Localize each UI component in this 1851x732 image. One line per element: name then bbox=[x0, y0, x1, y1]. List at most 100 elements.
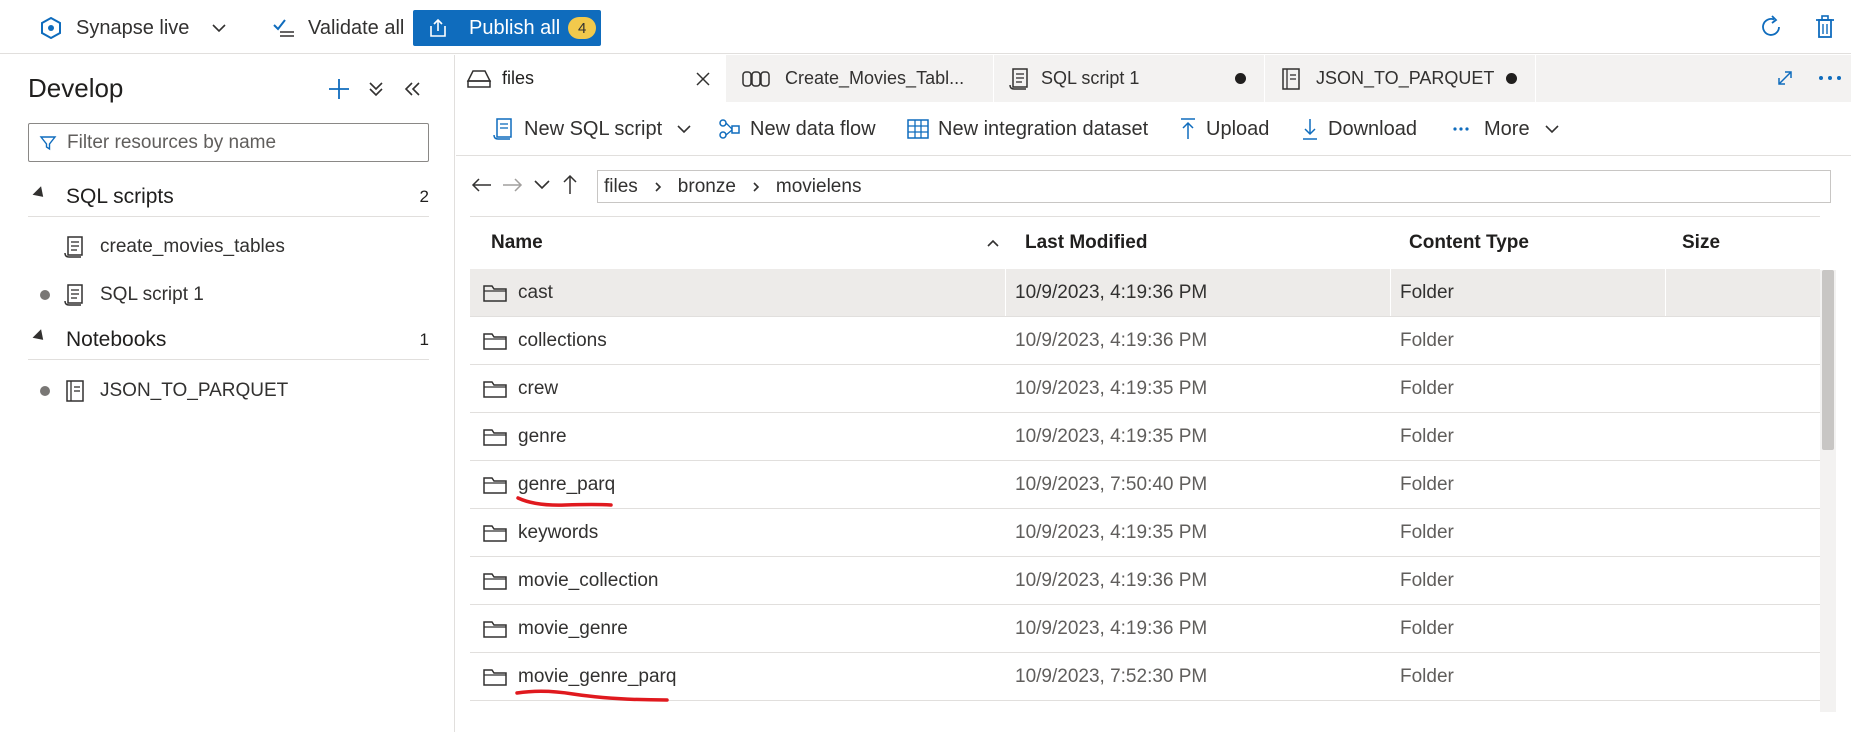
name-cell[interactable]: movie_genre_parq bbox=[482, 653, 676, 700]
sort-ascending-icon[interactable] bbox=[986, 217, 1000, 269]
column-header-name[interactable]: Name bbox=[491, 217, 543, 269]
name-cell[interactable]: keywords bbox=[482, 509, 598, 556]
publish-all-button[interactable]: Publish all 4 bbox=[413, 10, 601, 46]
vertical-scrollbar[interactable] bbox=[1820, 270, 1836, 712]
folder-name[interactable]: cast bbox=[518, 282, 553, 304]
tree-item-label: SQL script 1 bbox=[100, 284, 204, 305]
breadcrumb-item[interactable]: movielens bbox=[776, 176, 862, 198]
new-data-flow-label: New data flow bbox=[750, 117, 876, 140]
new-sql-script-button[interactable]: New SQL script bbox=[492, 112, 692, 146]
name-cell[interactable]: movie_collection bbox=[482, 557, 658, 604]
folder-icon bbox=[482, 379, 508, 399]
tab-create-movies-tables[interactable]: Create_Movies_Tabl... bbox=[727, 55, 994, 102]
scrollbar-thumb[interactable] bbox=[1822, 270, 1834, 450]
add-icon[interactable] bbox=[325, 75, 353, 103]
folder-name[interactable]: collections bbox=[518, 330, 607, 352]
table-row[interactable]: movie_genre_parq 10/9/2023, 7:52:30 PM Fol… bbox=[470, 653, 1820, 701]
tab-sql-script-1[interactable]: SQL script 1 bbox=[995, 55, 1265, 102]
folder-name[interactable]: movie_genre bbox=[518, 618, 628, 640]
workspace-label: Synapse live bbox=[76, 16, 190, 39]
name-cell[interactable]: genre bbox=[482, 413, 567, 460]
breadcrumb[interactable]: files bronze movielens bbox=[597, 170, 1831, 203]
tab-files[interactable]: files bbox=[456, 55, 726, 102]
filter-field[interactable] bbox=[28, 123, 429, 162]
table-row[interactable]: movie_collection 10/9/2023, 4:19:36 PM Fol… bbox=[470, 557, 1820, 605]
last-modified-cell: 10/9/2023, 7:52:30 PM bbox=[1015, 665, 1208, 687]
download-button[interactable]: Download bbox=[1300, 112, 1417, 146]
content-type-cell: Folder bbox=[1400, 425, 1454, 447]
validate-all-label: Validate all bbox=[308, 16, 405, 39]
refresh-icon[interactable] bbox=[1756, 12, 1786, 42]
tab-label: Create_Movies_Tabl... bbox=[785, 68, 965, 88]
breadcrumb-item[interactable]: bronze bbox=[678, 176, 736, 198]
column-divider bbox=[1665, 557, 1666, 604]
table-row[interactable]: genre 10/9/2023, 4:19:35 PM Folder bbox=[470, 413, 1820, 461]
column-divider bbox=[1390, 413, 1391, 460]
close-icon[interactable] bbox=[695, 71, 711, 87]
tree-item-label: create_movies_tables bbox=[100, 236, 285, 257]
section-count: 1 bbox=[419, 329, 429, 349]
unsaved-indicator bbox=[40, 290, 50, 300]
column-divider bbox=[1665, 269, 1666, 316]
workspace-switcher[interactable]: Synapse live bbox=[40, 10, 227, 46]
last-modified-cell: 10/9/2023, 4:19:35 PM bbox=[1015, 377, 1208, 399]
table-row[interactable]: genre_parq 10/9/2023, 7:50:40 PM Folder bbox=[470, 461, 1820, 509]
column-divider bbox=[1005, 317, 1006, 364]
name-cell[interactable]: movie_genre bbox=[482, 605, 628, 652]
tab-json-to-parquet[interactable]: JSON_TO_PARQUET bbox=[1266, 55, 1536, 102]
content-type-cell: Folder bbox=[1400, 329, 1454, 351]
maximize-icon[interactable] bbox=[1770, 63, 1800, 93]
column-header-size[interactable]: Size bbox=[1682, 217, 1720, 269]
name-cell[interactable]: collections bbox=[482, 317, 607, 364]
recent-locations-chevron-icon[interactable] bbox=[529, 172, 555, 198]
filter-input[interactable] bbox=[67, 131, 407, 154]
table-row[interactable]: movie_genre 10/9/2023, 4:19:36 PM Folder bbox=[470, 605, 1820, 653]
tree-item-sql-script-1[interactable]: SQL script 1 bbox=[40, 277, 440, 313]
tree-item-json-to-parquet[interactable]: JSON_TO_PARQUET bbox=[40, 373, 440, 409]
collapse-all-icon[interactable] bbox=[362, 75, 390, 103]
table-row[interactable]: keywords 10/9/2023, 4:19:35 PM Folder bbox=[470, 509, 1820, 557]
download-label: Download bbox=[1328, 117, 1417, 140]
upload-button[interactable]: Upload bbox=[1178, 112, 1269, 146]
folder-name[interactable]: crew bbox=[518, 378, 558, 400]
new-integration-dataset-button[interactable]: New integration dataset bbox=[906, 112, 1148, 146]
chevron-down-icon[interactable] bbox=[1544, 124, 1560, 134]
table-row[interactable]: collections 10/9/2023, 4:19:36 PM Folder bbox=[470, 317, 1820, 365]
table-row[interactable]: cast 10/9/2023, 4:19:36 PM Folder bbox=[470, 269, 1820, 317]
name-cell[interactable]: cast bbox=[482, 269, 553, 316]
folder-name[interactable]: movie_collection bbox=[518, 570, 658, 592]
collapse-panel-icon[interactable] bbox=[398, 75, 426, 103]
tree-item-create-movies-tables[interactable]: create_movies_tables bbox=[64, 229, 285, 265]
synapse-icon bbox=[40, 17, 62, 39]
more-label: More bbox=[1484, 117, 1530, 140]
table-row[interactable]: crew 10/9/2023, 4:19:35 PM Folder bbox=[470, 365, 1820, 413]
section-sql-scripts[interactable]: SQL scripts 2 bbox=[28, 177, 429, 217]
folder-name[interactable]: movie_genre_parq bbox=[518, 666, 676, 688]
chevron-down-icon[interactable] bbox=[211, 23, 227, 33]
publish-all-label: Publish all bbox=[469, 16, 561, 39]
filter-icon bbox=[39, 134, 57, 152]
folder-name[interactable]: genre_parq bbox=[518, 474, 615, 496]
up-arrow-icon[interactable] bbox=[557, 172, 583, 198]
name-cell[interactable]: crew bbox=[482, 365, 558, 412]
folder-icon bbox=[482, 427, 508, 447]
column-divider bbox=[1005, 365, 1006, 412]
discard-all-icon[interactable] bbox=[1810, 12, 1840, 42]
validate-icon bbox=[272, 17, 296, 39]
more-button[interactable]: More bbox=[1452, 112, 1560, 146]
forward-arrow-icon[interactable] bbox=[499, 172, 525, 198]
column-header-last-modified[interactable]: Last Modified bbox=[1025, 217, 1147, 269]
column-divider bbox=[1665, 413, 1666, 460]
folder-name[interactable]: genre bbox=[518, 426, 567, 448]
section-notebooks[interactable]: Notebooks 1 bbox=[28, 320, 429, 360]
back-arrow-icon[interactable] bbox=[469, 172, 495, 198]
breadcrumb-item[interactable]: files bbox=[604, 176, 638, 198]
new-data-flow-button[interactable]: New data flow bbox=[718, 112, 876, 146]
more-options-icon[interactable] bbox=[1815, 63, 1845, 93]
name-cell[interactable]: genre_parq bbox=[482, 461, 615, 508]
validate-all-button[interactable]: Validate all bbox=[272, 10, 404, 46]
new-script-icon bbox=[492, 117, 516, 141]
folder-name[interactable]: keywords bbox=[518, 522, 598, 544]
column-header-content-type[interactable]: Content Type bbox=[1409, 217, 1529, 269]
chevron-down-icon[interactable] bbox=[676, 124, 692, 134]
